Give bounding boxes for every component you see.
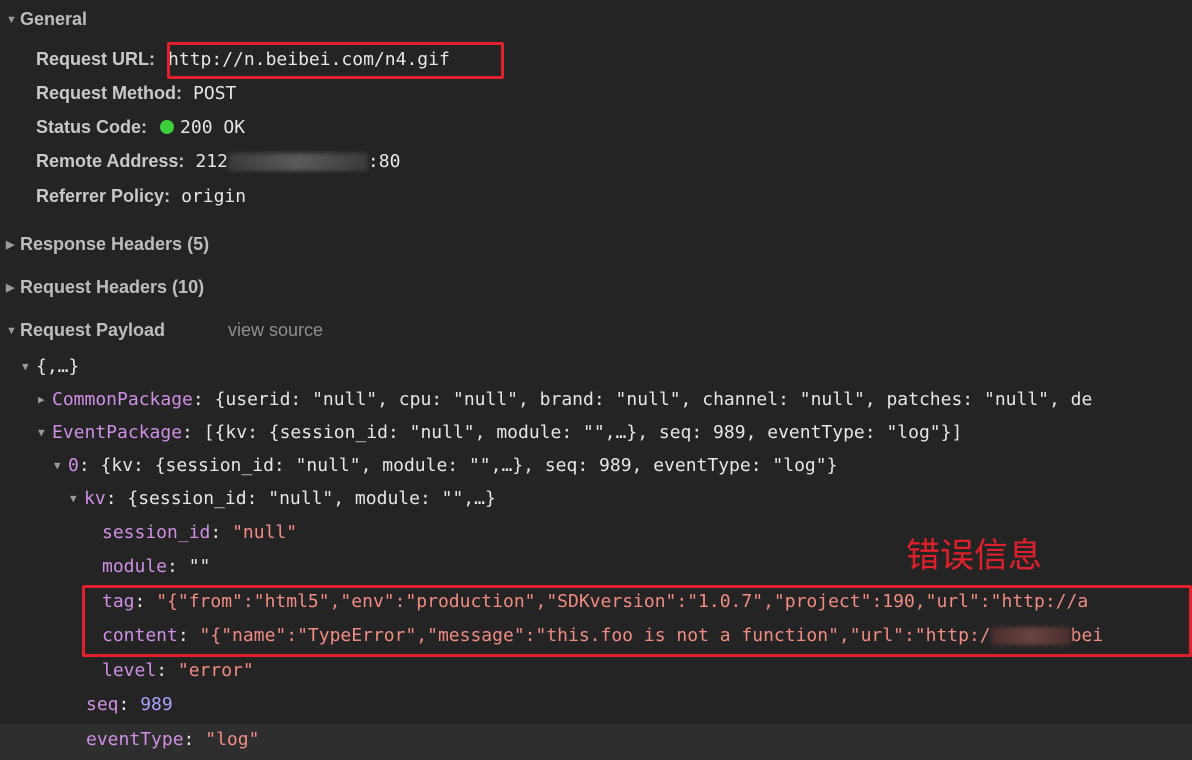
redacted-blur xyxy=(227,153,368,172)
status-code-row: Status Code: 200 OK xyxy=(36,112,245,142)
triangle-right-icon: ▶ xyxy=(6,282,15,295)
request-method-row: Request Method: POST xyxy=(36,78,236,108)
payload-root-node[interactable]: ▼ {,…} xyxy=(22,352,79,382)
event-package-node[interactable]: ▼ EventPackage: [{kv: {session_id: "null"… xyxy=(38,418,962,448)
general-section-header[interactable]: ▼ General xyxy=(6,4,87,34)
remote-address-row: Remote Address: 212 :80 xyxy=(36,146,400,176)
triangle-down-icon: ▼ xyxy=(70,492,77,505)
session-id-field: session_id: "null" xyxy=(102,522,298,543)
common-package-node[interactable]: ▶ CommonPackage: {userid: "null", cpu: "n… xyxy=(38,385,1192,415)
triangle-down-icon: ▼ xyxy=(6,325,17,338)
request-payload-section-header[interactable]: ▼ Request Payload xyxy=(6,315,165,345)
level-field: level: "error" xyxy=(102,660,254,681)
request-method-label: Request Method: xyxy=(36,83,182,103)
referrer-policy-value: origin xyxy=(181,186,247,207)
error-info-highlight-box xyxy=(82,585,1192,657)
triangle-down-icon: ▼ xyxy=(54,459,61,472)
status-code-label: Status Code: xyxy=(36,117,148,137)
status-code-value: 200 OK xyxy=(180,117,246,138)
request-headers-section-header[interactable]: ▶ Request Headers (10) xyxy=(6,272,204,302)
referrer-policy-label: Referrer Policy: xyxy=(36,186,171,206)
module-field: module: "" xyxy=(102,556,211,577)
triangle-right-icon: ▶ xyxy=(6,239,15,252)
triangle-right-icon: ▶ xyxy=(38,393,45,406)
triangle-down-icon: ▼ xyxy=(38,426,45,439)
triangle-down-icon: ▼ xyxy=(22,360,29,373)
request-url-label: Request URL: xyxy=(36,49,156,69)
request-url-highlight-box xyxy=(167,42,504,79)
response-headers-section-header[interactable]: ▶ Response Headers (5) xyxy=(6,229,209,259)
remote-address-prefix: 212 xyxy=(195,151,228,172)
triangle-down-icon: ▼ xyxy=(6,14,17,27)
referrer-policy-row: Referrer Policy: origin xyxy=(36,181,246,211)
status-ok-icon xyxy=(160,120,175,134)
kv-node[interactable]: ▼ kv: {session_id: "null", module: "",…} xyxy=(70,484,496,514)
request-method-value: POST xyxy=(193,83,237,104)
remote-address-port: :80 xyxy=(367,151,401,172)
event-type-field[interactable]: eventType: "log" xyxy=(86,725,259,755)
error-info-annotation: 错误信息 xyxy=(906,536,1042,576)
view-source-link[interactable]: view source xyxy=(228,315,323,345)
remote-address-label: Remote Address: xyxy=(36,151,185,171)
event-item-0-node[interactable]: ▼ 0: {kv: {session_id: "null", module: ""… xyxy=(54,451,837,481)
seq-field: seq: 989 xyxy=(86,694,173,715)
